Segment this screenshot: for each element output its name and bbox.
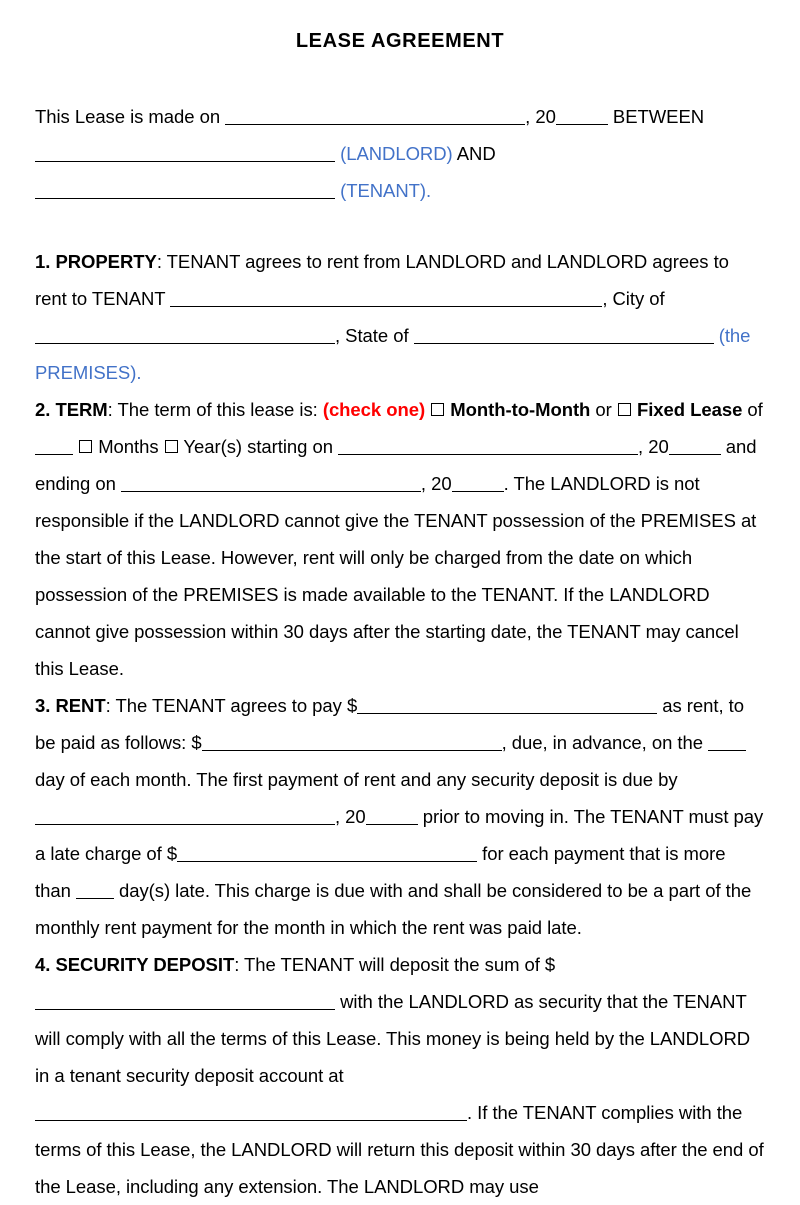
preamble-paragraph: This Lease is made on , 20 BETWEEN (LAND…	[35, 98, 765, 209]
preamble-year-prefix: , 20	[525, 106, 556, 127]
term-starting-on-text: starting on	[242, 436, 339, 457]
document-body: This Lease is made on , 20 BETWEEN (LAND…	[35, 98, 765, 1205]
section-term-text-1: The term of this lease is:	[112, 399, 323, 420]
security-deposit-account-blank[interactable]	[35, 1105, 467, 1121]
term-of-text: of	[742, 399, 763, 420]
section-security-number: 4.	[35, 954, 51, 975]
premises-city-blank[interactable]	[35, 328, 335, 344]
term-start-date-blank[interactable]	[338, 439, 639, 455]
rent-amount-blank[interactable]	[357, 698, 658, 714]
landlord-name-blank[interactable]	[35, 146, 335, 162]
section-rent-text-5: , 20	[335, 806, 366, 827]
section-property: 1. PROPERTY: TENANT agrees to rent from …	[35, 243, 765, 391]
month-to-month-label: Month-to-Month	[450, 399, 591, 420]
term-end-year-blank[interactable]	[451, 476, 504, 492]
months-label: Months	[98, 436, 159, 457]
checkbox-fixed-lease[interactable]	[617, 403, 631, 416]
term-start-year-blank[interactable]	[668, 439, 721, 455]
section-property-number: 1.	[35, 251, 51, 272]
check-one-instruction: (check one)	[322, 399, 426, 420]
section-rent-heading-text: RENT	[55, 695, 106, 716]
lease-date-blank[interactable]	[225, 109, 526, 125]
section-security-deposit: 4. SECURITY DEPOSIT: The TENANT will dep…	[35, 946, 765, 1205]
tenant-label: (TENANT).	[340, 180, 432, 201]
security-deposit-amount-blank[interactable]	[35, 994, 335, 1010]
page-title: LEASE AGREEMENT	[295, 30, 505, 52]
section-rent-text-3: , due, in advance, on the	[501, 732, 709, 753]
section-rent-number: 3.	[35, 695, 51, 716]
fixed-lease-duration-blank[interactable]	[35, 439, 73, 455]
premises-state-blank[interactable]	[413, 328, 714, 344]
section-security-heading-text: SECURITY DEPOSIT	[55, 954, 235, 975]
term-year-prefix-2: , 20	[420, 473, 452, 494]
section-property-heading-text: PROPERTY	[55, 251, 157, 272]
lease-agreement-page: LEASE AGREEMENT This Lease is made on , …	[0, 28, 800, 1197]
term-year-prefix-1: , 20	[638, 436, 669, 457]
term-end-date-blank[interactable]	[120, 476, 421, 492]
section-property-text-3: , State of	[335, 325, 414, 346]
late-charge-amount-blank[interactable]	[177, 846, 478, 862]
premises-address-blank[interactable]	[170, 291, 603, 307]
checkbox-years[interactable]	[164, 440, 178, 453]
section-term-tail: . The LANDLORD is not responsible if the…	[35, 473, 757, 679]
section-property-text-2: , City of	[602, 288, 665, 309]
section-term-number: 2.	[35, 399, 51, 420]
checkbox-months[interactable]	[79, 440, 93, 453]
lease-year-blank[interactable]	[555, 109, 608, 125]
section-rent-text-4: day of each month. The first payment of …	[35, 769, 678, 790]
first-payment-year-blank[interactable]	[365, 809, 418, 825]
preamble-and-text: AND	[452, 143, 496, 164]
preamble-intro-text: This Lease is made on	[35, 106, 226, 127]
fixed-lease-label: Fixed Lease	[636, 399, 743, 420]
first-payment-date-blank[interactable]	[35, 809, 335, 825]
preamble-between-text: BETWEEN	[607, 106, 705, 127]
tenant-name-blank[interactable]	[35, 183, 335, 199]
landlord-label: (LANDLORD)	[340, 143, 453, 164]
section-security-text-1: The TENANT will deposit the sum of $	[239, 954, 556, 975]
rent-installment-blank[interactable]	[201, 735, 502, 751]
section-term: 2. TERM: The term of this lease is: (che…	[35, 391, 765, 687]
term-or-text: or	[590, 399, 617, 420]
years-label: Year(s)	[183, 436, 243, 457]
section-rent: 3. RENT: The TENANT agrees to pay $ as r…	[35, 687, 765, 946]
rent-due-day-blank[interactable]	[708, 735, 747, 751]
section-term-heading-text: TERM	[55, 399, 108, 420]
section-rent-text-8: day(s) late. This charge is due with and…	[35, 880, 752, 938]
late-charge-days-blank[interactable]	[75, 883, 114, 899]
checkbox-month-to-month[interactable]	[431, 403, 445, 416]
section-rent-text-1: The TENANT agrees to pay $	[110, 695, 358, 716]
